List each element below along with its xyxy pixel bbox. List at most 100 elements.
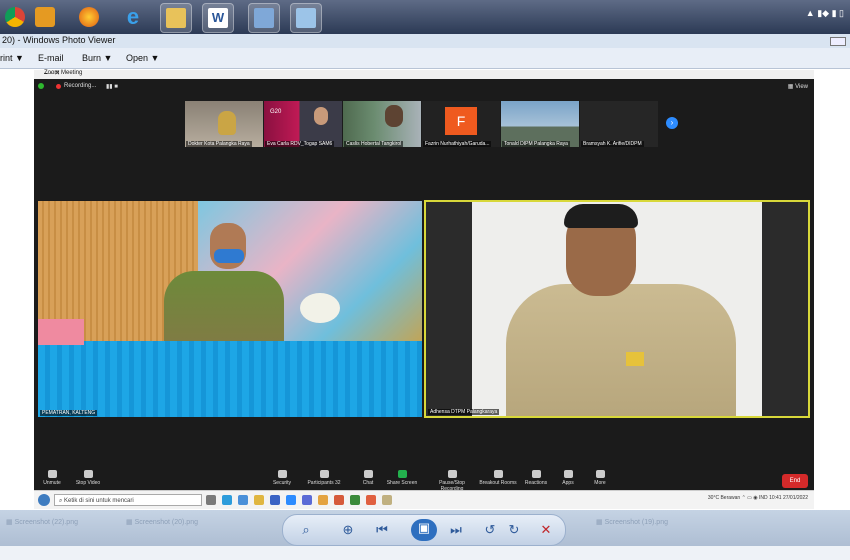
speaker-uniform [506,284,736,416]
delete-icon[interactable]: ✕ [537,521,555,539]
zoom-icon[interactable] [286,495,296,505]
media-player-taskbar-button[interactable] [30,3,60,31]
recording-status: Recording... [64,83,97,89]
chrome-icon [5,7,25,27]
actual-size-icon[interactable]: ⊕ [339,521,357,539]
tissue-box [38,319,84,345]
word-taskbar-button[interactable]: W [202,3,234,33]
windows-taskbar: e W ▲ ▮◆ ▮ ▯ [0,0,850,34]
participant-figure [314,107,328,125]
playback-controls: ⌕ ⊕ ⏮ ▣ ⏭ ↺ ↻ ✕ [282,514,566,546]
speaker-name-label: Adhensa DTPM Palangkaraya [428,409,500,415]
pause-stop-recording-button[interactable]: Pause/Stop Recording [428,470,476,492]
microphone-icon [47,470,57,478]
previous-icon[interactable]: ⏮ [373,521,391,539]
app-icon[interactable] [318,495,328,505]
participant-thumbnail[interactable]: G20 Eva Carla RDV_Togap SAM6 [264,101,342,147]
more-button[interactable]: More [580,470,620,486]
security-button[interactable]: Security [262,470,302,486]
table-skirt [38,341,422,417]
next-icon[interactable]: ⏭ [447,521,465,539]
end-meeting-button[interactable]: End [782,474,808,488]
app-icon[interactable] [302,495,312,505]
media-player-icon [35,7,55,27]
file-explorer-icon[interactable] [254,495,264,505]
inner-system-tray[interactable]: 30°C Berawan ⌃ ▭ ◉ IND 10:41 27/01/2022 [708,495,808,501]
recording-controls-icon[interactable]: ▮▮ ■ [106,83,118,90]
print-menu[interactable]: rint ▼ [0,53,24,63]
footer-thumbnail[interactable]: ▦ Screenshot (20).png [126,518,198,526]
app-icon[interactable] [382,495,392,505]
slideshow-icon[interactable]: ▣ [411,519,437,541]
apps-icon [563,470,573,478]
search-input[interactable]: ⌕ Ketik di sini untuk mencari [54,494,202,506]
shield-icon [38,83,44,89]
open-menu[interactable]: Open ▼ [126,53,159,63]
unmute-button[interactable]: Unmute [32,470,72,486]
restore-icon[interactable] [830,37,846,46]
share-screen-icon [397,470,407,478]
ie-taskbar-button[interactable]: e [118,3,148,31]
store-icon[interactable] [238,495,248,505]
rotate-cw-icon[interactable]: ↻ [505,521,523,539]
participant-thumbnail[interactable]: Caslis Hobertal Tangkirol [343,101,421,147]
view-button[interactable]: ▦ View [788,83,808,90]
participant-thumbnail[interactable]: Bramsyah K. Arifie/DIDPM [580,101,658,147]
network-taskbar-button[interactable] [248,3,280,33]
edge-icon[interactable] [222,495,232,505]
participant-thumbnail[interactable]: Dokter Kota Palangka Raya [185,101,263,147]
photo-viewer-taskbar-button[interactable] [290,3,322,33]
video-tile-active-speaker[interactable]: Adhensa DTPM Palangkaraya [424,200,810,418]
stop-video-button[interactable]: Stop Video [68,470,108,486]
inner-windows-taskbar: ⌕ Ketik di sini untuk mencari 30°C Beraw… [34,490,814,509]
zoom-titlebar: Zoom Meeting – ▫ ✕ [34,70,814,79]
footer-thumbnail[interactable]: ▦ Screenshot (22).png [6,518,78,526]
app-icon[interactable] [366,495,376,505]
g20-logo-icon: G20 [270,109,282,115]
participant-avatar: F [445,107,477,135]
viewer-bottom-edge [0,546,850,560]
camera-icon [83,470,93,478]
person-body [164,271,284,351]
participant-figure [218,111,236,135]
participant-figure [385,105,403,127]
chrome-icon[interactable] [334,495,344,505]
footer-thumbnail[interactable]: ▦ Screenshot (19).png [596,518,668,526]
reactions-icon [531,470,541,478]
chrome-taskbar-button[interactable] [0,3,30,31]
photo-viewer-icon [296,8,316,28]
email-menu[interactable]: E-mail [38,53,64,63]
start-icon[interactable] [38,494,50,506]
excel-icon[interactable] [350,495,360,505]
participant-thumbnail[interactable]: Tonald DIPM Palangka Raya [501,101,579,147]
breakout-rooms-icon [493,470,503,478]
word-icon[interactable] [270,495,280,505]
explorer-taskbar-button[interactable] [160,3,192,33]
share-screen-button[interactable]: Share Screen [382,470,422,486]
window-controls-icon[interactable]: – ▫ ✕ [44,69,808,77]
task-view-icon[interactable] [206,495,216,505]
zoom-icon[interactable]: ⌕ [297,521,315,539]
participants-button[interactable]: Participants 32 [304,470,344,486]
chat-icon [363,470,373,478]
firefox-taskbar-button[interactable] [74,3,104,31]
name-badge [626,352,644,366]
photo-viewer-menubar: rint ▼ E-mail Burn ▼ Open ▼ [0,48,850,69]
shield-icon [277,470,287,478]
breakout-rooms-button[interactable]: Breakout Rooms [478,470,518,486]
video-tile-left[interactable]: PEMATRAN, KALTENG [38,201,422,417]
network-icon [254,8,274,28]
rotate-ccw-icon[interactable]: ↺ [481,521,499,539]
next-page-icon[interactable]: › [666,117,678,129]
participants-icon [319,470,329,478]
word-icon: W [208,8,228,28]
internet-explorer-icon: e [126,4,140,29]
burn-menu[interactable]: Burn ▼ [82,53,112,63]
participant-thumbnail[interactable]: F Fazrin Nurhathiyah/Garuda... [422,101,500,147]
more-icon [595,470,605,478]
folder-icon [166,8,186,28]
system-tray[interactable]: ▲ ▮◆ ▮ ▯ [806,8,844,19]
zoom-meeting-screenshot: Zoom Meeting – ▫ ✕ Recording... ▮▮ ■ ▦ V… [32,70,814,492]
record-icon [447,470,457,478]
window-title: 20) - Windows Photo Viewer [2,35,116,45]
